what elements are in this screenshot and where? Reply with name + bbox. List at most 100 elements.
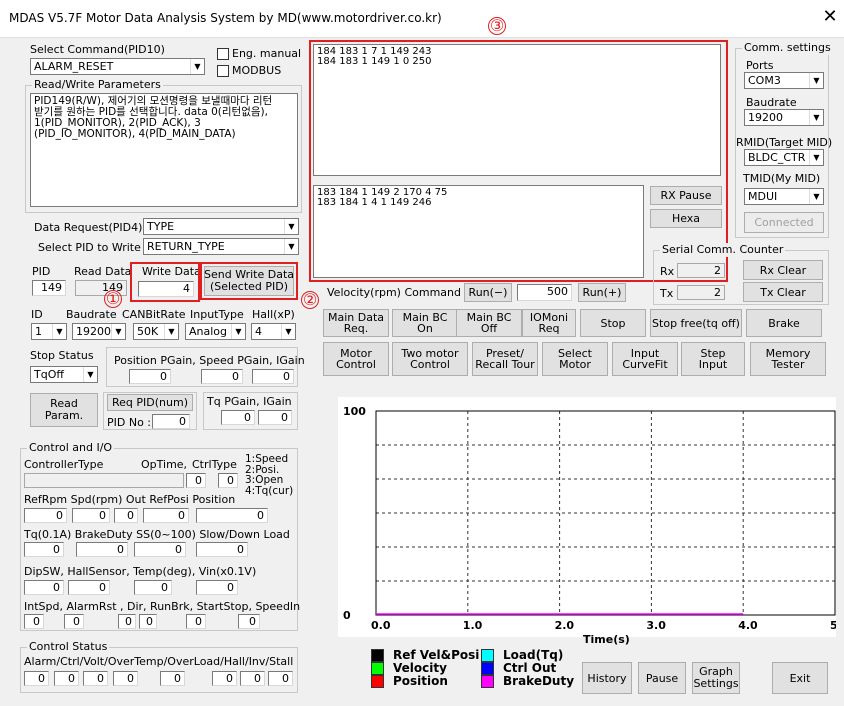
stop-status-dropdown[interactable]: TqOff ▼ xyxy=(30,366,98,383)
read-write-parameters-title: Read/Write Parameters xyxy=(32,78,163,92)
select-pid-value: RETURN_TYPE xyxy=(147,240,225,253)
canbitrate-dropdown[interactable]: 50K ▼ xyxy=(133,323,179,340)
motor-control-button[interactable]: Motor Control xyxy=(323,342,389,376)
chevron-down-icon: ▼ xyxy=(809,189,823,204)
tq-igain-field[interactable]: 0 xyxy=(258,410,292,425)
optime-label: OpTime, xyxy=(141,458,188,471)
main-data-req-button[interactable]: Main Data Req. xyxy=(323,309,389,337)
chevron-down-icon: ▼ xyxy=(83,367,97,382)
inputtype-label: InputType xyxy=(190,308,244,321)
close-icon[interactable]: ✕ xyxy=(820,6,840,27)
select-command-dropdown[interactable]: ALARM_RESET ▼ xyxy=(30,58,205,75)
eng-manual-label: Eng. manual xyxy=(232,47,302,60)
baudrate-value: 19200 xyxy=(76,325,111,338)
data-request-dropdown[interactable]: TYPE ▼ xyxy=(143,218,299,235)
inputtype-dropdown[interactable]: Analog ▼ xyxy=(185,323,246,340)
chart-svg: 0.0 1.0 2.0 3.0 4.0 5.0 0 100 xyxy=(343,405,844,632)
step-input-button[interactable]: Step Input xyxy=(681,342,745,376)
two-motor-control-button[interactable]: Two motor Control xyxy=(392,342,468,376)
canbitrate-value: 50K xyxy=(137,325,159,338)
id-dropdown[interactable]: 1 ▼ xyxy=(31,323,67,340)
req-pid-button[interactable]: Req PID(num) xyxy=(107,394,193,411)
rx-clear-button[interactable]: Rx Clear xyxy=(743,260,823,280)
chevron-down-icon: ▼ xyxy=(284,239,298,254)
eng-manual-checkbox[interactable] xyxy=(217,48,229,60)
chevron-down-icon: ▼ xyxy=(281,324,295,339)
annotation-number-3: ③ xyxy=(488,16,506,35)
main-bc-on-button[interactable]: Main BC On xyxy=(392,309,458,337)
rmid-value: BLDC_CTR xyxy=(748,151,806,164)
memory-tester-button[interactable]: Memory Tester xyxy=(750,342,826,376)
speedin-field: 0 xyxy=(238,614,260,629)
row5-label: IntSpd, AlarmRst , Dir, RunBrk, StartSto… xyxy=(24,600,301,613)
preset-recall-tour-button[interactable]: Preset/ Recall Tour xyxy=(472,342,538,376)
control-io-title: Control and I/O xyxy=(27,441,115,455)
stop-free-tq-off-button[interactable]: Stop free(tq off) xyxy=(650,309,742,337)
run-plus-button[interactable]: Run(+) xyxy=(578,283,626,302)
tx-clear-button[interactable]: Tx Clear xyxy=(743,282,823,302)
canbitrate-label: CANBitRate xyxy=(122,308,186,321)
hall-status-field: 0 xyxy=(212,671,237,686)
tmid-dropdown[interactable]: MDUI ▼ xyxy=(744,188,824,205)
chart-panel: 0.0 1.0 2.0 3.0 4.0 5.0 0 100 xyxy=(338,397,844,637)
control-status-title: Control Status xyxy=(27,640,110,654)
out-field: 0 xyxy=(114,508,138,523)
controller-type-field xyxy=(24,473,184,488)
stop-button[interactable]: Stop xyxy=(580,309,646,337)
input-curvefit-button[interactable]: Input CurveFit xyxy=(612,342,678,376)
alarm-field: 0 xyxy=(24,671,49,686)
brake-button[interactable]: Brake xyxy=(746,309,822,337)
vin-field: 0 xyxy=(196,580,238,595)
graph-settings-button[interactable]: Graph Settings xyxy=(692,662,740,694)
run-minus-button[interactable]: Run(−) xyxy=(464,283,512,302)
main-bc-off-button[interactable]: Main BC Off xyxy=(456,309,522,337)
row2-label: RefRpm Spd(rpm) Out RefPosi Position xyxy=(24,493,236,506)
select-pid-dropdown[interactable]: RETURN_TYPE ▼ xyxy=(143,238,299,255)
baudrate-comm-label: Baudrate xyxy=(746,96,797,109)
x-tick-label: 2.0 xyxy=(555,619,575,632)
connected-button[interactable]: Connected xyxy=(744,212,824,233)
data-request-label: Data Request(PID4) xyxy=(34,221,143,234)
history-button[interactable]: History xyxy=(582,662,632,694)
ports-value: COM3 xyxy=(748,74,781,87)
tq-pgain-field[interactable]: 0 xyxy=(221,410,255,425)
read-data-label: Read Data xyxy=(74,265,132,278)
refrpm-field: 0 xyxy=(24,508,67,523)
ctrltype-label: CtrlType xyxy=(192,458,237,471)
annotation-number-2: ② xyxy=(301,290,319,309)
stall-field: 0 xyxy=(268,671,293,686)
ports-dropdown[interactable]: COM3 ▼ xyxy=(744,72,824,89)
chevron-down-icon: ▼ xyxy=(231,324,245,339)
x-axis-label: Time(s) xyxy=(583,633,630,646)
modbus-checkbox[interactable] xyxy=(217,65,229,77)
slowdown-field: 0 xyxy=(196,542,248,557)
temp-field: 0 xyxy=(134,580,172,595)
pause-button[interactable]: Pause xyxy=(638,662,686,694)
y-tick-label: 0 xyxy=(343,609,351,622)
iomoni-req-button[interactable]: IOMoni Req xyxy=(522,309,576,337)
comm-settings-title: Comm. settings xyxy=(742,41,833,55)
row3-label: Tq(0.1A) BrakeDuty SS(0~100) Slow/Down L… xyxy=(24,528,290,541)
ss-field: 0 xyxy=(134,542,186,557)
position-pgain-field[interactable]: 0 xyxy=(129,369,171,384)
pid-description-text: PID149(R/W), 제어기의 모션명령을 보낼때마다 리턴 받기를 원하는… xyxy=(30,93,298,207)
pid-field[interactable]: 149 xyxy=(32,280,66,296)
hall-dropdown[interactable]: 4 ▼ xyxy=(251,323,296,340)
baudrate-comm-dropdown[interactable]: 19200 ▼ xyxy=(744,109,824,126)
baudrate-dropdown[interactable]: 19200 ▼ xyxy=(72,323,126,340)
igain-field[interactable]: 0 xyxy=(252,369,294,384)
pid-no-field[interactable]: 0 xyxy=(152,414,190,429)
intspd-field: 0 xyxy=(24,614,44,629)
velocity-field[interactable]: 500 xyxy=(517,284,572,301)
speed-pgain-field[interactable]: 0 xyxy=(201,369,243,384)
rmid-dropdown[interactable]: BLDC_CTR ▼ xyxy=(744,149,824,166)
annotation-number-1: ① xyxy=(104,289,122,308)
select-motor-button[interactable]: Select Motor xyxy=(542,342,608,376)
chevron-down-icon: ▼ xyxy=(190,59,204,74)
pid-label: PID xyxy=(32,265,51,278)
rx-label: Rx xyxy=(660,265,675,278)
chevron-down-icon: ▼ xyxy=(284,219,298,234)
x-tick-label: 3.0 xyxy=(646,619,666,632)
exit-button[interactable]: Exit xyxy=(772,662,828,694)
read-param-button[interactable]: Read Param. xyxy=(30,393,98,427)
